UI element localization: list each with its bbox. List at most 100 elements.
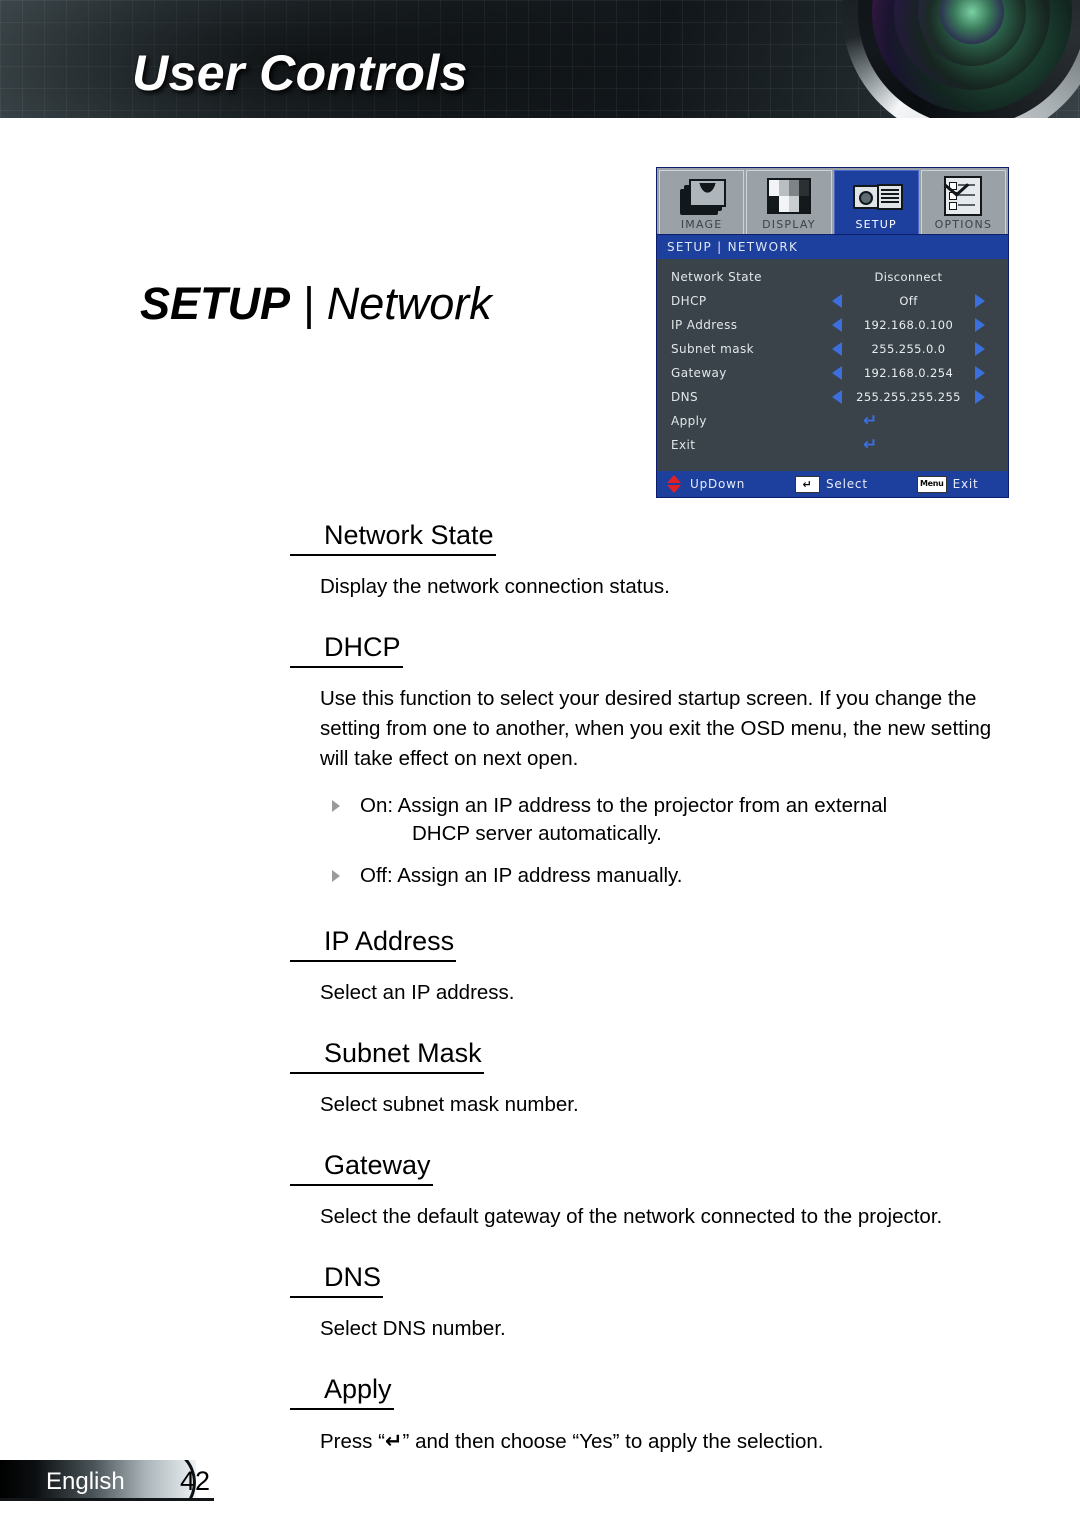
osd-row-value: Off <box>899 294 918 308</box>
menu-key-icon: Menu <box>917 475 947 493</box>
banner-title: User Controls <box>132 45 468 101</box>
chevron-right-icon[interactable] <box>975 318 996 332</box>
section-body: Use this function to select your desired… <box>320 687 992 770</box>
section-body: Press “↵” and then choose “Yes” to apply… <box>320 1426 980 1457</box>
hint-updown: UpDown <box>667 475 795 493</box>
image-icon <box>660 176 743 216</box>
setup-icon <box>835 176 918 216</box>
osd-row-value: 192.168.0.100 <box>863 318 954 332</box>
osd-tab-bar: IMAGE DISPLAY SETUP OPTIONS <box>657 168 1008 234</box>
page-banner: User Controls <box>0 0 1080 118</box>
osd-row-dhcp[interactable]: DHCP Off <box>657 289 1008 313</box>
hint-select-label: Select <box>826 477 868 491</box>
section-apply: Apply Press “↵” and then choose “Yes” to… <box>0 1374 1080 1457</box>
section-ip-address: IP Address Select an IP address. <box>0 926 1080 1008</box>
osd-row-label: Network State <box>671 270 762 284</box>
page-title-primary: SETUP <box>140 278 291 329</box>
hint-exit-label: Exit <box>952 477 979 491</box>
osd-tab-setup-label: SETUP <box>855 218 897 231</box>
osd-breadcrumb: SETUP | NETWORK <box>657 234 1008 259</box>
list-item-line2: DHCP server automatically. <box>412 822 662 845</box>
osd-row-label: DHCP <box>671 294 707 308</box>
osd-tab-setup[interactable]: SETUP <box>833 170 919 234</box>
section-dhcp: DHCP Use this function to select your de… <box>0 632 1080 890</box>
camera-lens-graphic <box>842 0 1080 118</box>
section-heading: DNS <box>290 1262 384 1298</box>
right-arrow-placeholder <box>985 270 996 284</box>
list-item: Off: Assign an IP address manually. <box>330 862 980 890</box>
chevron-left-icon[interactable] <box>821 390 842 404</box>
osd-row-label: DNS <box>671 390 699 404</box>
section-heading: Subnet Mask <box>290 1038 484 1074</box>
section-heading: Gateway <box>290 1150 433 1186</box>
up-down-arrow-icon <box>667 475 681 493</box>
osd-row-value: 192.168.0.254 <box>863 366 954 380</box>
enter-key-icon[interactable]: ↵ <box>821 436 996 454</box>
osd-row-subnet-mask[interactable]: Subnet mask 255.255.0.0 <box>657 337 1008 361</box>
hint-updown-label: UpDown <box>690 477 746 491</box>
section-body: Select DNS number. <box>320 1317 506 1340</box>
apply-text-post: ” and then choose “Yes” to apply the sel… <box>402 1430 824 1453</box>
apply-text-pre: Press “ <box>320 1430 385 1453</box>
section-heading: IP Address <box>290 926 457 962</box>
section-heading: Apply <box>290 1374 394 1410</box>
chevron-left-icon[interactable] <box>821 366 842 380</box>
osd-row-value: Disconnect <box>874 270 943 284</box>
chevron-right-icon[interactable] <box>975 294 996 308</box>
options-icon <box>922 174 1005 216</box>
section-heading: Network State <box>290 520 496 556</box>
osd-row-value: 255.255.255.255 <box>856 390 961 404</box>
display-icon <box>747 176 830 216</box>
chevron-right-icon[interactable] <box>975 390 996 404</box>
chevron-right-icon[interactable] <box>975 342 996 356</box>
osd-row-network-state[interactable]: Network State Disconnect <box>657 265 1008 289</box>
enter-key-icon[interactable]: ↵ <box>821 412 996 430</box>
article-content: Network State Display the network connec… <box>0 520 1080 1457</box>
osd-row-dns[interactable]: DNS 255.255.255.255 <box>657 385 1008 409</box>
footer-rule <box>0 1498 214 1501</box>
osd-row-label: Exit <box>671 438 696 452</box>
osd-row-value: 255.255.0.0 <box>871 342 946 356</box>
page-title-separator: | <box>290 278 327 329</box>
osd-tab-options-label: OPTIONS <box>934 218 993 231</box>
osd-row-apply[interactable]: Apply ↵ <box>657 409 1008 433</box>
section-network-state: Network State Display the network connec… <box>0 520 1080 602</box>
list-item-line1: On: Assign an IP address to the projecto… <box>360 794 888 817</box>
triangle-bullet-icon <box>332 870 340 882</box>
page-number: 42 <box>180 1466 211 1496</box>
osd-row-label: IP Address <box>671 318 738 332</box>
section-gateway: Gateway Select the default gateway of th… <box>0 1150 1080 1232</box>
section-body: Select an IP address. <box>320 981 515 1004</box>
section-subnet-mask: Subnet Mask Select subnet mask number. <box>0 1038 1080 1120</box>
osd-row-gateway[interactable]: Gateway 192.168.0.254 <box>657 361 1008 385</box>
chevron-left-icon[interactable] <box>821 294 842 308</box>
chevron-left-icon[interactable] <box>821 342 842 356</box>
section-dns: DNS Select DNS number. <box>0 1262 1080 1344</box>
enter-key-icon: ↵ <box>795 475 820 493</box>
chevron-right-icon[interactable] <box>975 366 996 380</box>
enter-key-icon: ↵ <box>384 1429 403 1453</box>
osd-tab-image[interactable]: IMAGE <box>659 170 745 234</box>
osd-rows: Network State Disconnect DHCP Off IP Add… <box>657 259 1008 471</box>
page-title-secondary: Network <box>326 278 492 329</box>
osd-tab-display[interactable]: DISPLAY <box>746 170 832 234</box>
osd-menu-panel: IMAGE DISPLAY SETUP OPTIONS SETUP | NETW… <box>656 167 1009 498</box>
osd-tab-image-label: IMAGE <box>680 218 723 231</box>
osd-row-ip-address[interactable]: IP Address 192.168.0.100 <box>657 313 1008 337</box>
section-body: Select the default gateway of the networ… <box>320 1205 943 1228</box>
osd-row-exit[interactable]: Exit ↵ <box>657 433 1008 457</box>
list-item: On: Assign an IP address to the projecto… <box>330 792 980 848</box>
osd-row-label: Subnet mask <box>671 342 754 356</box>
hint-select: ↵ Select <box>795 475 917 493</box>
dhcp-options-list: On: Assign an IP address to the projecto… <box>330 792 980 890</box>
osd-row-label: Gateway <box>671 366 727 380</box>
left-arrow-placeholder <box>821 270 832 284</box>
chevron-left-icon[interactable] <box>821 318 842 332</box>
hint-exit: Menu Exit <box>917 475 979 493</box>
osd-row-label: Apply <box>671 414 707 428</box>
list-item-line1: Off: Assign an IP address manually. <box>360 864 683 887</box>
page-footer: English 42 <box>0 1460 320 1504</box>
section-body: Display the network connection status. <box>320 575 670 598</box>
osd-footer-hints: UpDown ↵ Select Menu Exit <box>657 471 1008 497</box>
osd-tab-options[interactable]: OPTIONS <box>920 170 1006 234</box>
